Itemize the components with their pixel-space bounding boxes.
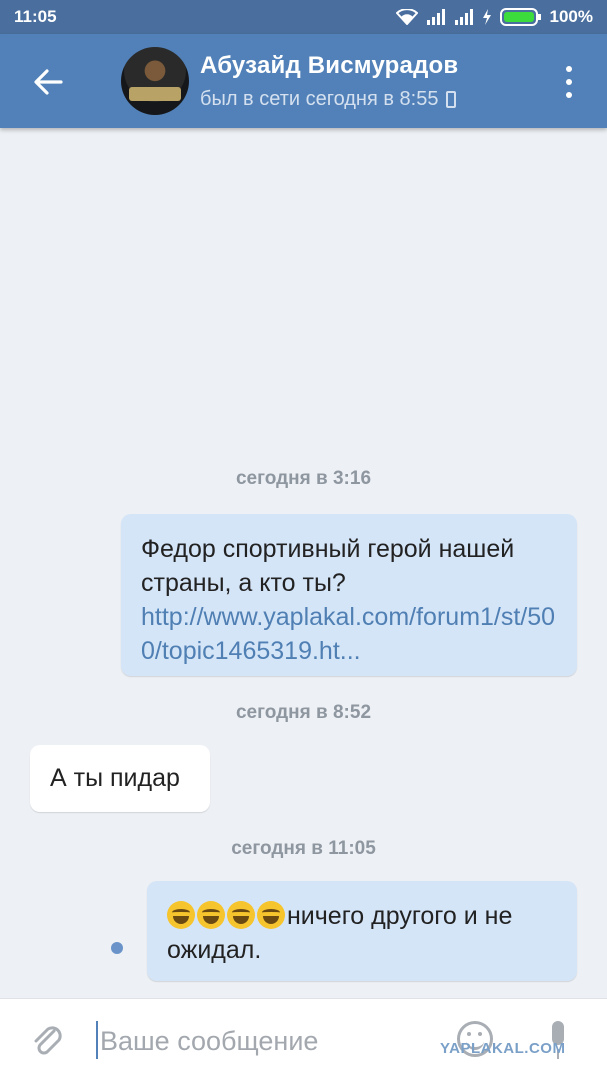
message-link[interactable]: http://www.yaplakal.com/forum1/st/500/to…: [141, 600, 557, 668]
message-text: А ты пидар: [50, 764, 180, 792]
status-bar: 11:05 100%: [0, 0, 607, 34]
wifi-icon: [395, 9, 418, 25]
signal-icon: [426, 9, 446, 25]
avatar-image-detail: [129, 87, 181, 101]
status-time: 11:05: [14, 7, 57, 26]
outgoing-message[interactable]: Федор спортивный герой нашей страны, а к…: [121, 514, 577, 676]
date-separator: сегодня в 8:52: [235, 702, 372, 723]
charging-icon: [482, 9, 492, 25]
date-separator: сегодня в 3:16: [235, 468, 372, 489]
battery-level: 100%: [549, 7, 593, 26]
more-vertical-icon-dot: [566, 79, 572, 85]
battery-icon: [499, 8, 542, 26]
message-list[interactable]: сегодня в 3:16 Федор спортивный герой на…: [0, 128, 607, 998]
arrow-left-icon: [34, 69, 63, 95]
tears-of-joy-emoji: [167, 901, 195, 929]
more-options-button[interactable]: [557, 66, 581, 98]
unread-indicator: [111, 942, 123, 954]
tears-of-joy-emoji: [257, 901, 285, 929]
date-separator: сегодня в 11:05: [231, 838, 376, 859]
back-button[interactable]: [26, 60, 70, 104]
tears-of-joy-emoji: [227, 901, 255, 929]
message-text: Федор спортивный герой нашей страны, а к…: [141, 535, 515, 597]
text-cursor: [96, 1021, 98, 1059]
outgoing-message[interactable]: ничего другого и не ожидал.: [147, 881, 577, 981]
contact-status: был в сети сегодня в 8:55: [200, 88, 458, 111]
signal-icon: [454, 9, 474, 25]
more-vertical-icon-dot: [566, 92, 572, 98]
status-icons: 100%: [395, 7, 593, 27]
message-text-line: ничего другого и не ожидал.: [167, 899, 557, 967]
more-vertical-icon: [566, 66, 572, 72]
paperclip-icon: [34, 1026, 62, 1055]
message-composer: [0, 998, 607, 1080]
watermark: YAPLAKAL.COM: [440, 1040, 566, 1057]
tears-of-joy-emoji: [197, 901, 225, 929]
last-seen-text: был в сети сегодня в 8:55: [200, 88, 439, 110]
chat-header: Абузайд Висмурадов был в сети сегодня в …: [0, 34, 607, 128]
mobile-phone-icon: [446, 91, 457, 108]
message-input[interactable]: [100, 1019, 420, 1063]
avatar[interactable]: [121, 47, 189, 115]
contact-name: Абузайд Висмурадов: [200, 52, 459, 79]
contact-info[interactable]: Абузайд Висмурадов был в сети сегодня в …: [200, 52, 458, 111]
incoming-message[interactable]: А ты пидар: [30, 745, 210, 812]
attach-button[interactable]: [28, 1021, 68, 1061]
